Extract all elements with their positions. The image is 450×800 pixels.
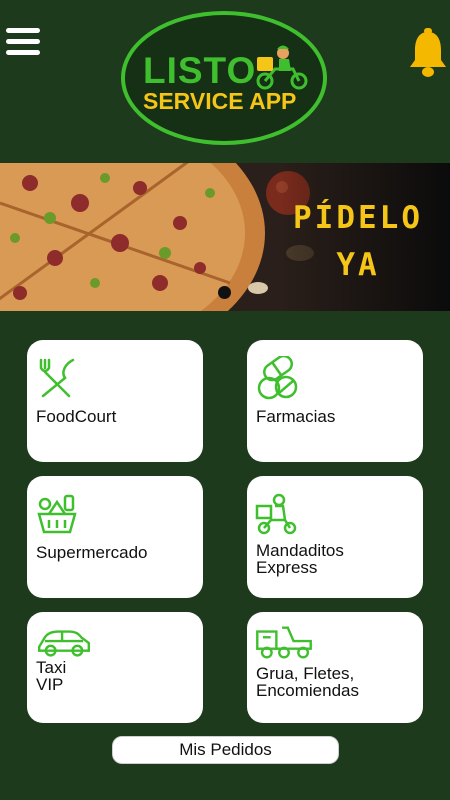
pills-icon bbox=[257, 356, 298, 400]
category-label: Supermercado bbox=[36, 543, 148, 562]
category-farmacias[interactable]: Farmacias bbox=[247, 340, 423, 462]
app-logo: LISTO SERVICE APP bbox=[121, 11, 327, 145]
tow-truck-icon bbox=[256, 626, 312, 659]
category-label: Grua, Fletes, Encomiendas bbox=[256, 664, 360, 700]
category-label: FoodCourt bbox=[36, 407, 117, 426]
logo-title: LISTO bbox=[143, 50, 257, 91]
category-label: Farmacias bbox=[256, 407, 336, 426]
hamburger-menu-icon[interactable] bbox=[6, 28, 40, 58]
delivery-scooter-icon bbox=[255, 493, 297, 535]
category-foodcourt[interactable]: FoodCourt bbox=[27, 340, 203, 462]
category-label: Taxi VIP bbox=[36, 658, 67, 694]
my-orders-button[interactable]: Mis Pedidos bbox=[112, 736, 339, 764]
banner-line-2: YA bbox=[336, 247, 380, 283]
app-header: LISTO SERVICE APP bbox=[0, 0, 450, 163]
category-label: Mandaditos Express bbox=[256, 541, 344, 577]
grocery-basket-icon bbox=[37, 494, 77, 534]
category-taxi-vip[interactable]: Taxi VIP bbox=[27, 612, 203, 723]
logo-subtitle: SERVICE APP bbox=[143, 88, 297, 114]
category-grua-fletes[interactable]: Grua, Fletes, Encomiendas bbox=[247, 612, 423, 723]
banner-line-1: PÍDELO bbox=[293, 200, 423, 236]
category-supermercado[interactable]: Supermercado bbox=[27, 476, 203, 598]
delivery-rider-icon bbox=[256, 45, 308, 90]
banner-slogan: PÍDELO YA bbox=[283, 195, 433, 289]
fork-knife-icon bbox=[39, 358, 75, 398]
carousel-indicator-dot[interactable] bbox=[218, 286, 231, 299]
category-mandaditos-express[interactable]: Mandaditos Express bbox=[247, 476, 423, 598]
bell-icon[interactable] bbox=[408, 28, 448, 78]
